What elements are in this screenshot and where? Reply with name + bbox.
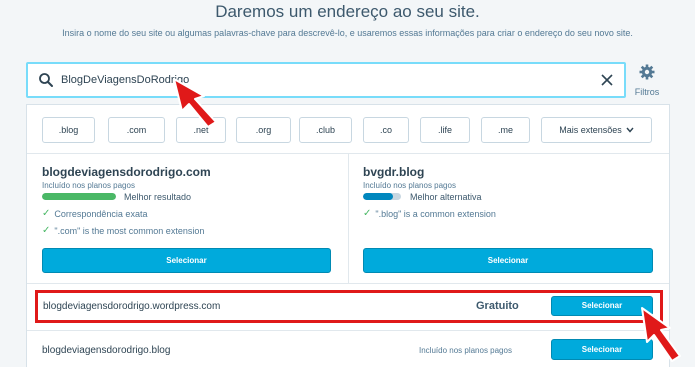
check-icon: ✓	[42, 208, 51, 219]
filters-label: Filtros	[634, 87, 660, 97]
search-input[interactable]: BlogDeViagensDoRodrigo	[26, 62, 626, 98]
divider	[27, 330, 669, 331]
select-button[interactable]: Selecionar	[42, 248, 331, 273]
reason-text: Correspondência exata	[54, 208, 148, 219]
check-icon: ✓	[42, 225, 51, 236]
domain-row-price: Incluído nos planos pagos	[419, 346, 512, 355]
suggestion-domain: blogdeviagensdorodrigo.com	[42, 165, 211, 179]
check-icon: ✓	[363, 208, 372, 219]
suggestion-badge: Melhor alternativa	[410, 192, 482, 202]
divider	[348, 153, 349, 283]
highlight-box	[35, 290, 663, 323]
relevance-bar	[42, 193, 116, 200]
extension-life-button[interactable]: .life	[420, 117, 470, 143]
extension-com-button[interactable]: .com	[108, 117, 165, 143]
extension-org-button[interactable]: .org	[236, 117, 291, 143]
chevron-down-icon	[626, 127, 634, 133]
filters-button[interactable]: Filtros	[631, 64, 663, 98]
reason-item: ✓ ".com" is the most common extension	[42, 225, 204, 236]
reason-item: ✓ Correspondência exata	[42, 208, 147, 219]
domain-row-name: blogdeviagensdorodrigo.blog	[42, 345, 171, 356]
relevance-fill	[363, 193, 394, 200]
reason-text: ".blog" is a common extension	[375, 208, 496, 219]
annotation-arrow-icon	[173, 78, 217, 128]
divider	[27, 283, 669, 284]
more-extensions-label: Mais extensões	[559, 125, 622, 135]
suggestion-domain: bvgdr.blog	[363, 165, 425, 179]
suggestion-note: Incluído nos planos pagos	[363, 181, 456, 190]
reason-text: ".com" is the most common extension	[54, 225, 205, 236]
search-icon	[39, 73, 53, 87]
extension-me-button[interactable]: .me	[481, 117, 530, 143]
reason-item: ✓ ".blog" is a common extension	[363, 208, 496, 219]
extension-blog-button[interactable]: .blog	[42, 117, 95, 143]
select-button[interactable]: Selecionar	[363, 248, 653, 273]
more-extensions-dropdown[interactable]: Mais extensões	[541, 117, 652, 143]
page-title: Daremos um endereço ao seu site.	[215, 2, 480, 21]
extension-co-button[interactable]: .co	[363, 117, 409, 143]
close-icon[interactable]	[600, 73, 614, 87]
page-subtitle: Insira o nome do seu site ou algumas pal…	[62, 28, 633, 38]
suggestion-note: Incluído nos planos pagos	[42, 181, 135, 190]
relevance-fill	[42, 193, 116, 200]
annotation-arrow-icon	[641, 307, 681, 362]
extension-club-button[interactable]: .club	[299, 117, 352, 143]
gear-icon	[639, 64, 655, 80]
suggestion-badge: Melhor resultado	[124, 192, 192, 202]
relevance-bar	[363, 193, 401, 200]
